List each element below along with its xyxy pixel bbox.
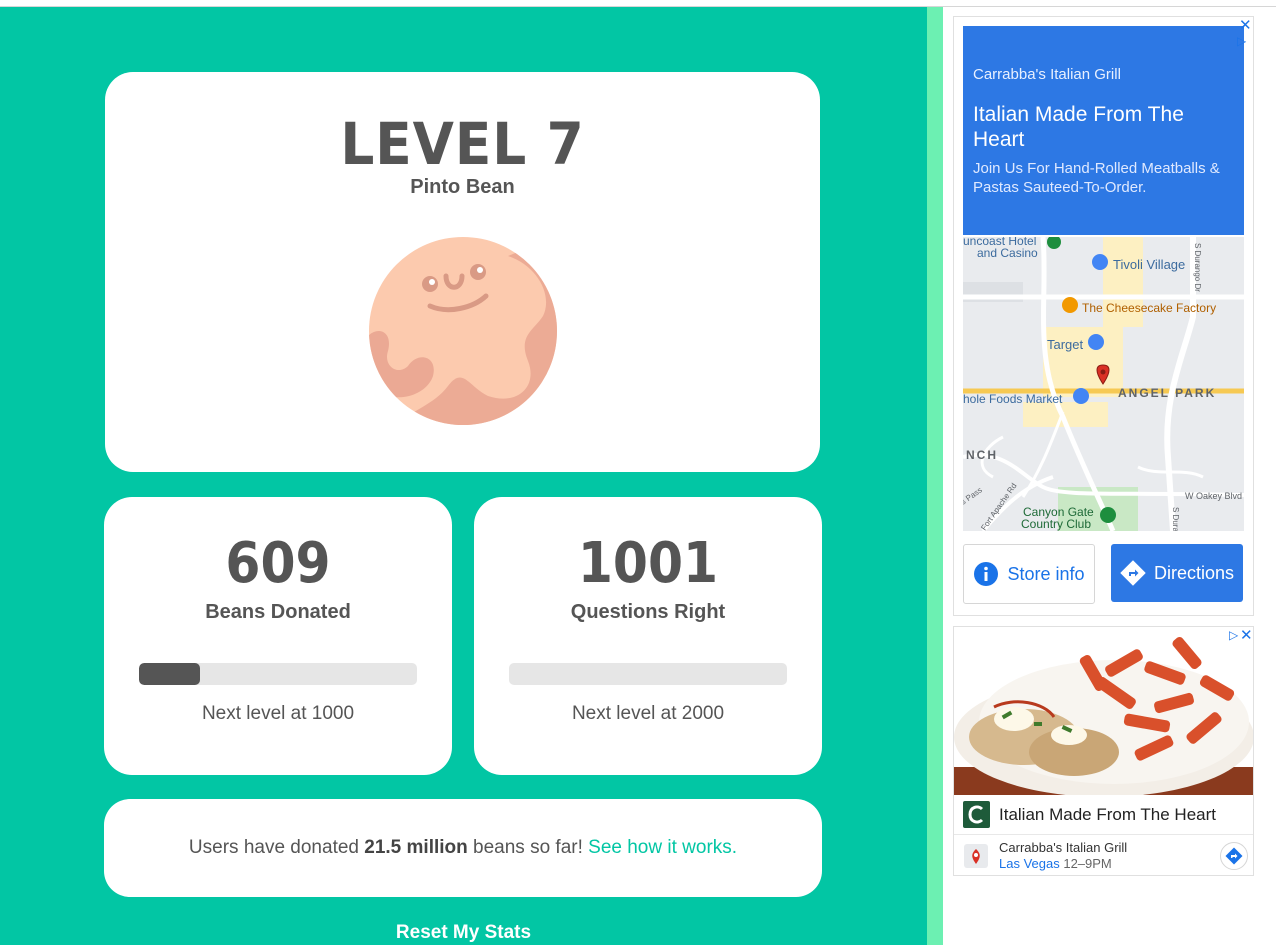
ad-brand: Carrabba's Italian Grill (973, 66, 1121, 83)
svg-text:Tivoli Village: Tivoli Village (1113, 257, 1185, 272)
side-stripe (927, 7, 943, 945)
questions-next-level: Next level at 2000 (571, 703, 725, 724)
adchoices-icon-2[interactable]: ▷ (1229, 628, 1238, 642)
beans-donated-label: Beans Donated (205, 601, 351, 623)
questions-right-count: 1001 (577, 531, 719, 596)
info-icon (974, 562, 999, 586)
info-prefix: Users have donated (188, 837, 365, 858)
store-map[interactable]: uncoast Hotel and Casino Tivoli Village … (963, 237, 1244, 531)
ad2-business-name: Carrabba's Italian Grill (999, 840, 1128, 855)
level-card: LEVEL 7 Pinto Bean (105, 72, 820, 472)
svg-text:NCH: NCH (966, 448, 998, 462)
svg-text:Country Club: Country Club (1021, 517, 1091, 531)
svg-text:ANGEL PARK: ANGEL PARK (1118, 386, 1216, 400)
ad2-directions-button[interactable] (1220, 842, 1248, 870)
beans-donated-card: 609 Beans Donated Next level at 1000 (104, 497, 452, 775)
svg-text:S Durango Dr: S Durango Dr (1193, 243, 1202, 292)
pinto-bean-avatar (369, 237, 557, 425)
adchoices-icon[interactable]: ▷ (1237, 34, 1246, 48)
ad-headline: Italian Made From The Heart (973, 103, 1184, 151)
info-suffix: beans so far! (467, 837, 589, 858)
main-area: LEVEL 7 Pinto Bean 609 Beans Donated Nex… (0, 7, 927, 945)
ad2-location[interactable]: Las Vegas 12–9PM (999, 856, 1112, 871)
directions-label: Directions (1153, 562, 1235, 583)
carrabbas-food-ad[interactable]: ▷ ✕ Italian Made From The Heart Carrabba… (953, 626, 1254, 876)
close-icon-2[interactable]: ✕ (1240, 626, 1253, 644)
beans-progress-bar (139, 663, 417, 685)
reset-stats-button[interactable]: Reset My Stats (0, 922, 927, 944)
questions-right-card: 1001 Questions Right Next level at 2000 (474, 497, 822, 775)
donation-total: 21.5 million (364, 837, 468, 858)
beans-next-level: Next level at 1000 (201, 703, 355, 724)
carrabbas-logo (963, 801, 990, 828)
map-pin-icon (964, 844, 988, 868)
directions-icon-2 (1225, 847, 1243, 865)
questions-progress-bar (509, 663, 787, 685)
ad-banner[interactable]: Carrabba's Italian Grill Italian Made Fr… (963, 26, 1244, 235)
svg-text:and Casino: and Casino (977, 246, 1038, 260)
svg-text:S Dura: S Dura (1171, 507, 1180, 531)
bean-name: Pinto Bean (410, 176, 515, 198)
svg-text:W Oakey Blvd: W Oakey Blvd (1185, 491, 1242, 501)
store-info-label: Store info (1007, 563, 1085, 584)
ad-body: Join Us For Hand-Rolled Meatballs & Past… (973, 160, 1220, 196)
beans-progress-fill (139, 663, 201, 685)
how-it-works-link[interactable]: See how it works. (588, 837, 737, 858)
close-icon[interactable]: ✕ (1239, 16, 1252, 34)
directions-button[interactable]: Directions (1111, 544, 1243, 602)
donation-info-text: Users have donated 21.5 million beans so… (104, 837, 822, 859)
ad2-divider (954, 834, 1253, 835)
questions-right-label: Questions Right (570, 601, 726, 623)
carrabbas-map-ad[interactable]: Carrabba's Italian Grill Italian Made Fr… (953, 16, 1254, 616)
ad2-hours: 12–9PM (1063, 856, 1112, 871)
pasta-photo[interactable] (954, 627, 1253, 795)
directions-icon (1120, 560, 1146, 586)
store-info-button[interactable]: Store info (963, 544, 1095, 604)
svg-text:The Cheesecake Factory: The Cheesecake Factory (1082, 301, 1216, 315)
svg-text:hole Foods Market: hole Foods Market (963, 392, 1063, 406)
ad2-city: Las Vegas (999, 856, 1060, 871)
donation-info-card: Users have donated 21.5 million beans so… (104, 799, 822, 897)
svg-text:Target: Target (1047, 337, 1084, 352)
beans-donated-count: 609 (225, 531, 331, 596)
ad2-headline[interactable]: Italian Made From The Heart (999, 805, 1216, 825)
level-title: LEVEL 7 (340, 110, 585, 178)
browser-top-edge (0, 0, 1276, 7)
